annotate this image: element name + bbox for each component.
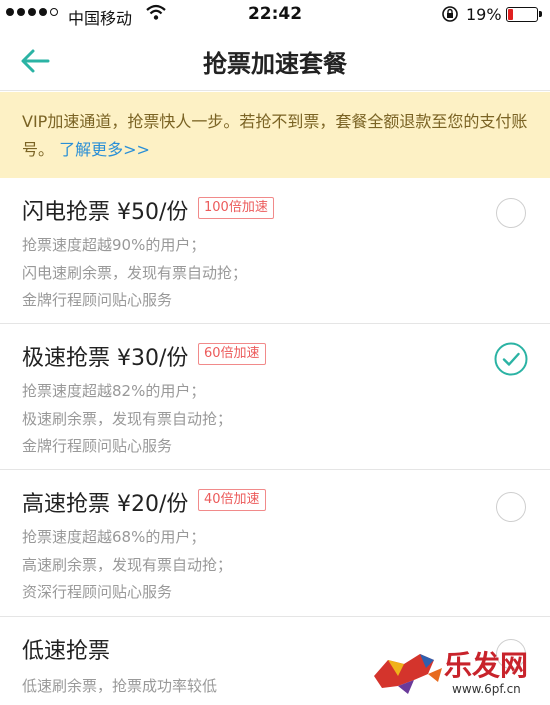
package-name: 低速抢票	[22, 639, 111, 664]
package-feature: 低速刷余票，抢票成功率较低	[22, 677, 218, 695]
radio-unchecked-icon[interactable]	[496, 492, 526, 522]
package-feature: 抢票速度超越68%的用户；	[22, 528, 206, 546]
package-name: 高速抢票 ¥20/份	[22, 492, 189, 517]
package-option-high-speed[interactable]: 高速抢票 ¥20/份 40倍加速 抢票速度超越68%的用户； 高速刷余票，发现有…	[0, 470, 550, 617]
package-feature: 闪电速刷余票，发现有票自动抢；	[22, 264, 248, 282]
package-option-lightning[interactable]: 闪电抢票 ¥50/份 100倍加速 抢票速度超越90%的用户； 闪电速刷余票，发…	[0, 178, 550, 324]
package-option-fast[interactable]: 极速抢票 ¥30/份 60倍加速 抢票速度超越82%的用户； 极速刷余票，发现有…	[0, 324, 550, 470]
status-bar: 中国移动 22:42 19%	[0, 0, 550, 32]
battery-icon	[506, 7, 542, 22]
battery-percentage: 19%	[466, 5, 502, 24]
radio-checked-icon[interactable]	[494, 342, 528, 376]
learn-more-link[interactable]: 了解更多>>	[59, 140, 150, 159]
package-feature: 抢票速度超越90%的用户；	[22, 236, 206, 254]
package-feature: 金牌行程顾问贴心服务	[22, 437, 173, 455]
navigation-bar: 抢票加速套餐	[0, 32, 550, 91]
speed-badge: 100倍加速	[198, 197, 274, 219]
notice-banner: VIP加速通道，抢票快人一步。若抢不到票，套餐全额退款至您的支付账号。 了解更多…	[0, 92, 550, 178]
rotation-lock-icon	[442, 6, 458, 22]
package-feature: 资深行程顾问贴心服务	[22, 583, 173, 601]
package-feature: 极速刷余票，发现有票自动抢；	[22, 410, 233, 428]
watermark-url: www.6pf.cn	[452, 682, 521, 696]
package-feature: 抢票速度超越82%的用户；	[22, 382, 206, 400]
watermark-logo: 乐发网 www.6pf.cn	[368, 642, 548, 702]
package-name: 极速抢票 ¥30/份	[22, 346, 189, 371]
speed-badge: 60倍加速	[198, 343, 266, 365]
package-feature: 高速刷余票，发现有票自动抢；	[22, 556, 233, 574]
package-feature: 金牌行程顾问贴心服务	[22, 291, 173, 309]
package-name: 闪电抢票 ¥50/份	[22, 200, 189, 225]
page-title: 抢票加速套餐	[203, 50, 347, 78]
speed-badge: 40倍加速	[198, 489, 266, 511]
radio-unchecked-icon[interactable]	[496, 198, 526, 228]
watermark-brand: 乐发网	[444, 649, 529, 682]
